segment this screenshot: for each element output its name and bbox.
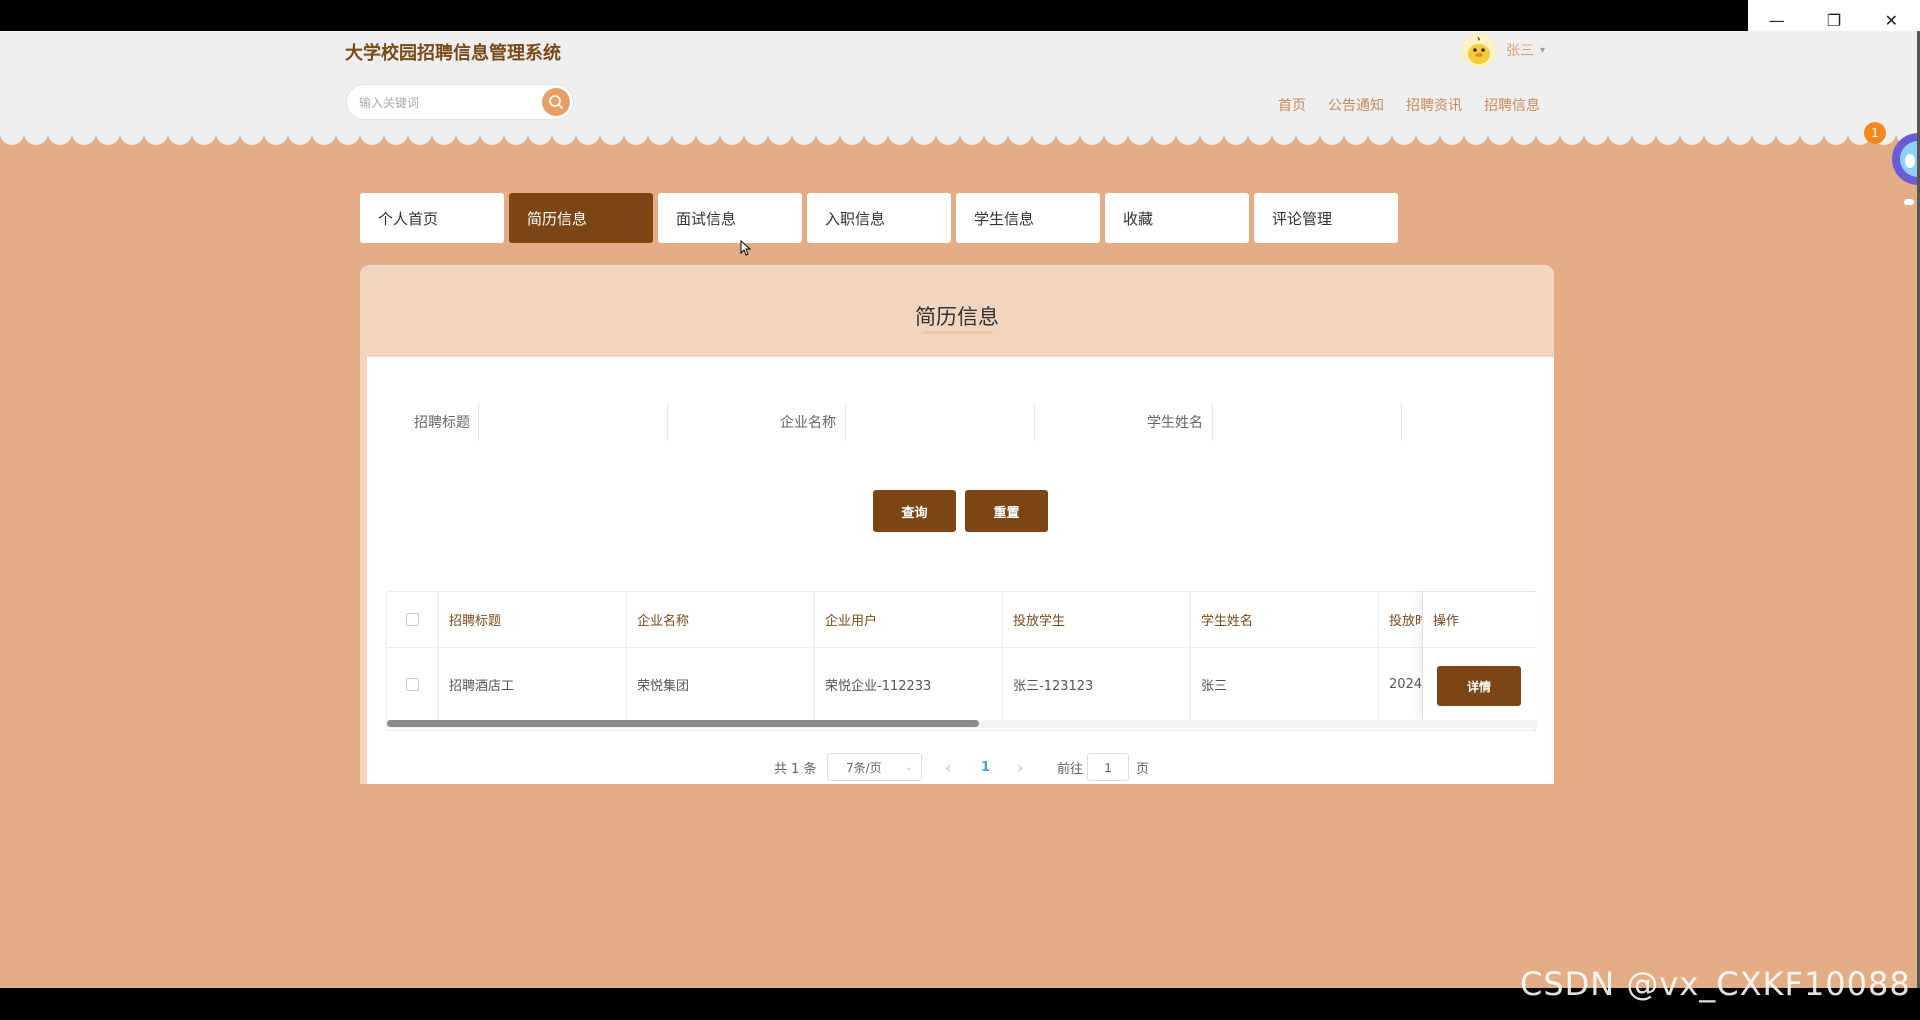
col-header: 企业名称 [627, 592, 815, 648]
tab-onboarding[interactable]: 入职信息 [807, 193, 951, 243]
table-horizontal-scrollbar[interactable] [387, 720, 1537, 728]
scrollbar-thumb[interactable] [387, 720, 979, 727]
filter-job-title: 招聘标题 [414, 403, 470, 441]
user-menu[interactable]: 张三 ▾ [1462, 33, 1545, 67]
nav-home[interactable]: 首页 [1278, 95, 1306, 115]
user-name: 张三 [1506, 43, 1534, 59]
select-all-header [387, 592, 439, 648]
tab-comments[interactable]: 评论管理 [1254, 193, 1398, 243]
col-header: 企业用户 [815, 592, 1003, 648]
current-page[interactable]: 1 [981, 753, 990, 781]
detail-button[interactable]: 详情 [1437, 666, 1521, 706]
mouse-cursor-icon [740, 240, 752, 256]
tab-interview[interactable]: 面试信息 [658, 193, 802, 243]
prev-page-button[interactable]: ‹ [945, 753, 951, 781]
page-suffix: 页 [1136, 761, 1150, 777]
query-button[interactable]: 查询 [873, 490, 956, 532]
search-icon [549, 95, 563, 109]
table-cell: 招聘酒店工 [439, 648, 627, 720]
col-header: 学生姓名 [1191, 592, 1379, 648]
total-count: 共 1 条 [774, 761, 817, 777]
filter-label: 企业名称 [780, 415, 836, 431]
filter-student-name: 学生姓名 [1147, 403, 1203, 441]
nav-notice[interactable]: 公告通知 [1328, 95, 1384, 115]
job-title-input[interactable] [478, 403, 668, 441]
notification-badge[interactable]: 1 [1864, 122, 1886, 144]
chevron-down-icon: ⌄ [904, 761, 913, 773]
tab-favorites[interactable]: 收藏 [1105, 193, 1249, 243]
page-size-select[interactable]: 7条/页 ⌄ [827, 753, 922, 781]
pagination: 共 1 条 7条/页 ⌄ ‹ 1 › 前往 页 [360, 753, 1554, 781]
col-header: 投放学生 [1003, 592, 1191, 648]
top-nav: 首页 公告通知 招聘资讯 招聘信息 [1278, 95, 1540, 115]
watermark: CSDN @vx_CXKF10088 [1520, 965, 1911, 1003]
avatar [1462, 33, 1496, 67]
tab-personal-home[interactable]: 个人首页 [360, 193, 504, 243]
assistant-widget-icon[interactable] [1888, 121, 1917, 211]
tab-student[interactable]: 学生信息 [956, 193, 1100, 243]
panel-title: 简历信息 [915, 305, 999, 329]
header: 大学校园招聘信息管理系统 张三 [0, 31, 1917, 133]
panel-left-accent [360, 357, 367, 784]
col-header: 操作 [1423, 592, 1537, 648]
filter-label: 招聘标题 [414, 415, 470, 431]
user-center-tabs: 个人首页 简历信息 面试信息 入职信息 学生信息 收藏 评论管理 [360, 193, 1398, 243]
header-wave-divider [0, 125, 1917, 145]
student-name-input[interactable] [1212, 403, 1402, 441]
app: 大学校园招聘信息管理系统 张三 [0, 31, 1917, 988]
goto-page-input[interactable] [1087, 753, 1129, 781]
reset-button[interactable]: 重置 [965, 490, 1048, 532]
filter-label: 学生姓名 [1147, 415, 1203, 431]
select-all-checkbox[interactable] [406, 613, 419, 626]
col-header: 招聘标题 [439, 592, 627, 648]
search-box [346, 84, 574, 120]
table-cell: 张三 [1191, 648, 1379, 720]
row-select-cell [387, 648, 439, 720]
search-button[interactable] [542, 88, 570, 116]
duck-avatar-icon [1462, 33, 1496, 67]
table-cell: 荣悦集团 [627, 648, 815, 720]
nav-news[interactable]: 招聘资讯 [1406, 95, 1462, 115]
panel-header: 简历信息 [360, 265, 1554, 357]
next-page-button[interactable]: › [1017, 753, 1023, 781]
chevron-down-icon: ▾ [1540, 44, 1546, 56]
nav-jobs[interactable]: 招聘信息 [1484, 95, 1540, 115]
col-header: 投放时间 [1379, 592, 1423, 648]
site-title: 大学校园招聘信息管理系统 [345, 43, 561, 64]
resume-panel: 简历信息 招聘标题 企业名称 学生姓名 查询 重置 招聘标题 企业名称 企业用户… [360, 265, 1554, 784]
resume-table: 招聘标题 企业名称 企业用户 投放学生 学生姓名 投放时间 招聘酒店工 荣悦集团… [386, 591, 1537, 731]
operation-column: 操作 详情 [1423, 592, 1537, 720]
table-cell: 张三-123123 [1003, 648, 1191, 720]
page-size-value: 7条/页 [846, 760, 882, 775]
filter-company-name: 企业名称 [780, 403, 836, 441]
table-cell: 2024- [1379, 648, 1423, 720]
title-underline [923, 331, 993, 334]
company-name-input[interactable] [845, 403, 1035, 441]
tab-resume[interactable]: 简历信息 [509, 193, 653, 243]
goto-label: 前往 [1057, 761, 1084, 777]
search-input[interactable] [359, 93, 534, 113]
title-bar [0, 0, 1920, 31]
table-cell: 荣悦企业-112233 [815, 648, 1003, 720]
row-checkbox[interactable] [406, 677, 419, 691]
